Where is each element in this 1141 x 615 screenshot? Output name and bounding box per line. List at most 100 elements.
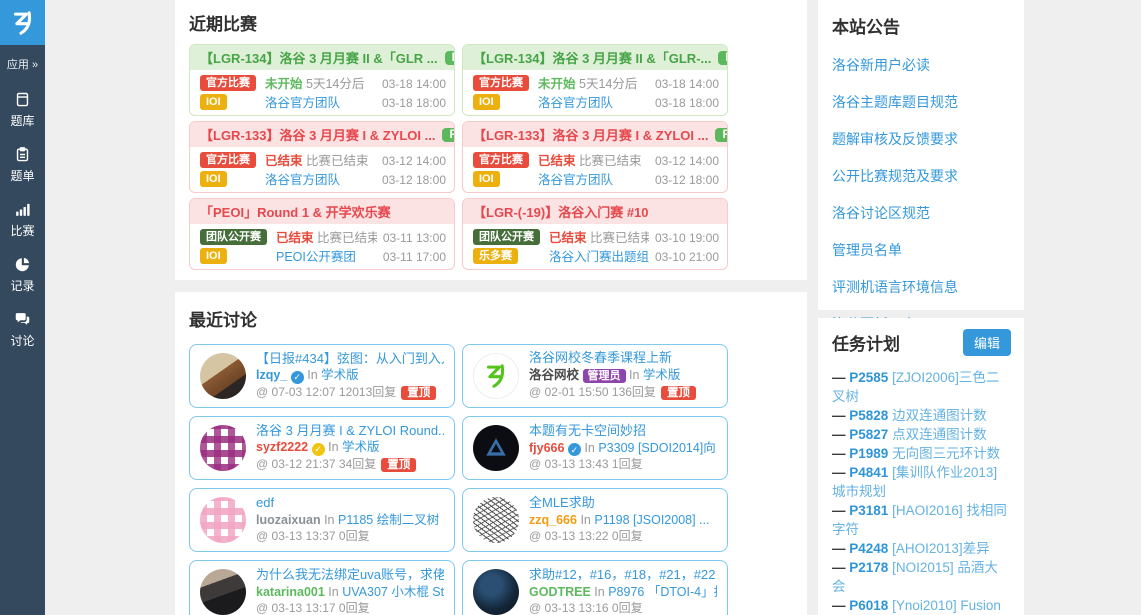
discussion-card[interactable]: 洛谷网校冬春季课程上新 洛谷网校 管理员 In 学术版 @ 02-01 15:5… [462,344,728,408]
contest-card[interactable]: 【LGR-134】洛谷 3 月月赛 II &「GLR ... Rated 官方比… [189,44,455,116]
recent-discussions-panel: 最近讨论 【日报#434】弦图：从入门到入入... lzqy_ ✓ In 学术版… [175,292,807,615]
discussion-title-link[interactable]: 求助#12，#16，#18，#21，#22 [529,567,717,584]
task-plan-item[interactable]: — P4248 [AHOI2013]差异 [832,539,1010,558]
task-plan-item[interactable]: — P5828 边双连通图计数 [832,406,1010,425]
contest-status-detail: 5天14分后 [306,77,364,91]
sidebar-item-contests[interactable]: 比赛 [0,201,45,239]
task-plan-item[interactable]: — P4841 [集训队作业2013]城市规划 [832,463,1010,501]
announcements-panel: 本站公告 洛谷新用户必读 洛谷主题库题目规范 题解审核及反馈要求 公开比赛规范及… [818,0,1024,310]
forum-link[interactable]: 学术版 [342,440,380,454]
contest-card[interactable]: 【LGR-(-19)】洛谷入门赛 #10 团队公开赛 乐多赛 已结束 比赛已结束… [462,198,728,270]
forum-link[interactable]: P3309 [SDOI2014]向... [598,441,717,455]
forum-link[interactable]: 学术版 [321,368,359,382]
discussion-title-link[interactable]: 为什么我无法绑定uva账号，求佬... [256,567,444,584]
user-link[interactable]: GODTREE [529,585,591,599]
contest-title-link[interactable]: 【LGR-134】洛谷 3 月月赛 II &「GLR-... [473,48,711,67]
dash-marker: — [832,560,846,575]
contest-title-link[interactable]: 【LGR-(-19)】洛谷入门赛 #10 [473,202,649,221]
discussion-card[interactable]: 求助#12，#16，#18，#21，#22 GODTREE In P8976 「… [462,560,728,615]
sidebar-item-records[interactable]: 记录 [0,256,45,294]
contest-card[interactable]: 【LGR-133】洛谷 3 月月赛 I & ZYLOI ... Rated 官方… [189,121,455,193]
luogu-logo[interactable] [0,0,45,45]
user-link[interactable]: zzq_666 [529,513,577,527]
contest-organizer-link[interactable]: PEOI公开赛团 [276,248,377,267]
announcement-link[interactable]: 管理员名单 [832,240,1010,260]
announcement-link[interactable]: 洛谷讨论区规范 [832,203,1010,223]
discussion-card[interactable]: 为什么我无法绑定uva账号，求佬... katarina001 In UVA30… [189,560,455,615]
user-link[interactable]: lzqy_ [256,368,287,382]
contest-organizer-link[interactable]: 洛谷官方团队 [265,171,376,190]
announcement-link[interactable]: 评测机语言环境信息 [832,277,1010,297]
discussion-title-link[interactable]: 洛谷 3 月月赛 I & ZYLOI Round... [256,423,444,440]
contest-card[interactable]: 【LGR-133】洛谷 3 月月赛 I & ZYLOI ... Rated 官方… [462,121,728,193]
contest-card-header: 「PEOI」Round 1 & 开学欢乐赛 [190,199,454,224]
nav-apps-toggle[interactable]: 应用 » [0,45,45,74]
avatar[interactable] [473,569,519,615]
sidebar-item-discussions[interactable]: 讨论 [0,311,45,349]
forum-link[interactable]: P8976 「DTOI-4」排... [608,585,717,599]
discussion-title-link[interactable]: 全MLE求助 [529,495,717,512]
task-plan-item[interactable]: — P5827 点双连通图计数 [832,425,1010,444]
announcement-link[interactable]: 公开比赛规范及要求 [832,166,1010,186]
luogu-logo-icon [8,8,38,38]
discussion-title-link[interactable]: 洛谷网校冬春季课程上新 [529,350,717,367]
forum-link[interactable]: UVA307 小木棍 Sti... [342,585,444,599]
contest-organizer-link[interactable]: 洛谷官方团队 [538,94,649,113]
sidebar-item-problems[interactable]: 题库 [0,91,45,129]
contest-start-time: 03-11 13:00 [383,229,446,248]
discussion-card[interactable]: 全MLE求助 zzq_666 In P1198 [JSOI2008] ... @… [462,488,728,552]
discussion-card[interactable]: 本题有无卡空间妙招 fjy666 ✓ In P3309 [SDOI2014]向.… [462,416,728,480]
contest-rule-tag: IOI [473,94,500,110]
forum-link[interactable]: P1185 绘制二叉树 [338,513,439,527]
discussion-card[interactable]: 【日报#434】弦图：从入门到入入... lzqy_ ✓ In 学术版 @ 07… [189,344,455,408]
task-plan-item[interactable]: — P1989 无向图三元环计数 [832,444,1010,463]
user-link[interactable]: syzf2222 [256,440,308,454]
discussion-meta: @ 02-01 15:50 136回复 [529,385,656,399]
contest-organizer-link[interactable]: 洛谷官方团队 [265,94,376,113]
discussion-card[interactable]: 洛谷 3 月月赛 I & ZYLOI Round... syzf2222 ✓ I… [189,416,455,480]
task-plan-item[interactable]: — P3181 [HAOI2016] 找相同字符 [832,501,1010,539]
announcement-link[interactable]: 洛谷主题库题目规范 [832,92,1010,112]
sidebar-item-problem-lists[interactable]: 题单 [0,146,45,184]
avatar[interactable] [200,353,246,399]
contest-card-header: 【LGR-134】洛谷 3 月月赛 II &「GLR-... Rated [463,45,727,70]
avatar[interactable] [200,497,246,543]
avatar[interactable] [473,497,519,543]
avatar[interactable] [200,569,246,615]
contest-end-time: 03-10 21:00 [655,248,719,267]
discussion-meta: @ 03-12 21:37 34回复 [256,457,376,471]
forum-link[interactable]: P1198 [JSOI2008] ... [594,513,709,527]
discussion-title-link[interactable]: 本题有无卡空间妙招 [529,423,717,440]
discussion-title-link[interactable]: 【日报#434】弦图：从入门到入入... [256,351,444,368]
contest-organizer-link[interactable]: 洛谷官方团队 [538,171,649,190]
user-link[interactable]: 洛谷网校 [529,368,579,382]
forum-link[interactable]: 学术版 [643,368,681,382]
contest-type-tag: 团队公开赛 [473,229,540,245]
task-plan-item[interactable]: — P6018 [Ynoi2010] Fusion tree [832,596,1010,615]
user-link[interactable]: luozaixuan [256,513,321,527]
bar-chart-icon [14,201,31,218]
user-link[interactable]: katarina001 [256,585,325,599]
discussion-title-link[interactable]: edf [256,495,444,512]
user-link[interactable]: fjy666 [529,441,564,455]
discussion-meta: @ 03-13 13:17 0回复 [256,601,370,615]
contest-end-time: 03-18 18:00 [382,94,446,113]
announcement-link[interactable]: 洛谷新用户必读 [832,55,1010,75]
contest-organizer-link[interactable]: 洛谷入门赛出题组 [549,248,649,267]
avatar[interactable] [200,425,246,471]
discussion-card[interactable]: edf luozaixuan In P1185 绘制二叉树 @ 03-13 13… [189,488,455,552]
contest-title-link[interactable]: 【LGR-133】洛谷 3 月月赛 I & ZYLOI ... [473,125,708,144]
contest-title-link[interactable]: 「PEOI」Round 1 & 开学欢乐赛 [200,202,391,221]
announcement-link[interactable]: 题解审核及反馈要求 [832,129,1010,149]
luogu-green-logo-icon [481,361,511,391]
contest-title-link[interactable]: 【LGR-133】洛谷 3 月月赛 I & ZYLOI ... [200,125,435,144]
contest-card[interactable]: 【LGR-134】洛谷 3 月月赛 II &「GLR-... Rated 官方比… [462,44,728,116]
contest-tags: 官方比赛 IOI [200,152,256,190]
contest-title-link[interactable]: 【LGR-134】洛谷 3 月月赛 II &「GLR ... [200,48,438,67]
avatar[interactable] [473,353,519,399]
avatar[interactable] [473,425,519,471]
edit-button[interactable]: 编辑 [963,329,1011,356]
task-plan-item[interactable]: — P2585 [ZJOI2006]三色二叉树 [832,368,1010,406]
contest-card[interactable]: 「PEOI」Round 1 & 开学欢乐赛 团队公开赛 IOI 已结束 比赛已结… [189,198,455,270]
task-plan-item[interactable]: — P2178 [NOI2015] 品酒大会 [832,558,1010,596]
